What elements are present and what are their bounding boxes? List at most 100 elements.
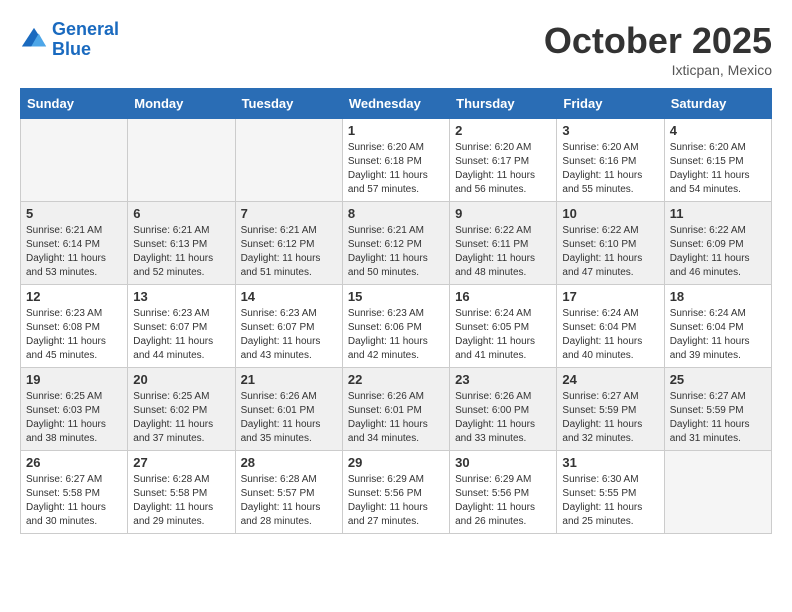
calendar-cell: 26Sunrise: 6:27 AM Sunset: 5:58 PM Dayli… — [21, 451, 128, 534]
header-sunday: Sunday — [21, 89, 128, 119]
day-info: Sunrise: 6:21 AM Sunset: 6:13 PM Dayligh… — [133, 224, 229, 280]
day-info: Sunrise: 6:27 AM Sunset: 5:59 PM Dayligh… — [562, 390, 658, 446]
day-number: 3 — [562, 123, 658, 138]
day-number: 4 — [670, 123, 766, 138]
calendar-cell: 17 Sunrise: 6:24 AM Sunset: 6:04 PM Dayli… — [557, 285, 664, 368]
calendar-cell: 5Sunrise: 6:21 AM Sunset: 6:14 PM Daylig… — [21, 202, 128, 285]
header-saturday: Saturday — [664, 89, 771, 119]
month-title: October 2025 — [544, 20, 772, 62]
calendar-cell — [664, 451, 771, 534]
header-tuesday: Tuesday — [235, 89, 342, 119]
day-info: Sunrise: 6:21 AM Sunset: 6:12 PM Dayligh… — [348, 224, 444, 280]
day-info: Sunrise: 6:28 AM Sunset: 5:57 PM Dayligh… — [241, 473, 337, 529]
day-number: 11 — [670, 206, 766, 221]
day-number: 14 — [241, 289, 337, 304]
day-info: Sunrise: 6:20 AM Sunset: 6:15 PM Dayligh… — [670, 141, 766, 197]
day-info: Sunrise: 6:22 AM Sunset: 6:10 PM Dayligh… — [562, 224, 658, 280]
day-number: 7 — [241, 206, 337, 221]
location: Ixticpan, Mexico — [544, 62, 772, 78]
calendar-cell: 24 Sunrise: 6:27 AM Sunset: 5:59 PM Dayli… — [557, 368, 664, 451]
day-number: 27 — [133, 455, 229, 470]
day-info: Sunrise: 6:22 AM Sunset: 6:09 PM Dayligh… — [670, 224, 766, 280]
day-info: Sunrise: 6:27 AM Sunset: 5:58 PM Dayligh… — [26, 473, 122, 529]
header-friday: Friday — [557, 89, 664, 119]
day-info: Sunrise: 6:20 AM Sunset: 6:17 PM Dayligh… — [455, 141, 551, 197]
day-info: Sunrise: 6:28 AM Sunset: 5:58 PM Dayligh… — [133, 473, 229, 529]
calendar-cell: 18Sunrise: 6:24 AM Sunset: 6:04 PM Dayli… — [664, 285, 771, 368]
day-info: Sunrise: 6:24 AM Sunset: 6:04 PM Dayligh… — [562, 307, 658, 363]
day-number: 21 — [241, 372, 337, 387]
day-info: Sunrise: 6:23 AM Sunset: 6:08 PM Dayligh… — [26, 307, 122, 363]
day-number: 29 — [348, 455, 444, 470]
day-info: Sunrise: 6:20 AM Sunset: 6:16 PM Dayligh… — [562, 141, 658, 197]
day-info: Sunrise: 6:29 AM Sunset: 5:56 PM Dayligh… — [455, 473, 551, 529]
calendar: SundayMondayTuesdayWednesdayThursdayFrid… — [20, 88, 772, 534]
calendar-week-2: 5Sunrise: 6:21 AM Sunset: 6:14 PM Daylig… — [21, 202, 772, 285]
title-block: October 2025 Ixticpan, Mexico — [544, 20, 772, 78]
calendar-cell: 16Sunrise: 6:24 AM Sunset: 6:05 PM Dayli… — [450, 285, 557, 368]
calendar-cell: 29Sunrise: 6:29 AM Sunset: 5:56 PM Dayli… — [342, 451, 449, 534]
day-info: Sunrise: 6:23 AM Sunset: 6:07 PM Dayligh… — [241, 307, 337, 363]
day-number: 17 — [562, 289, 658, 304]
day-number: 19 — [26, 372, 122, 387]
calendar-week-5: 26Sunrise: 6:27 AM Sunset: 5:58 PM Dayli… — [21, 451, 772, 534]
header-thursday: Thursday — [450, 89, 557, 119]
day-info: Sunrise: 6:21 AM Sunset: 6:12 PM Dayligh… — [241, 224, 337, 280]
calendar-cell: 3 Sunrise: 6:20 AM Sunset: 6:16 PM Daylig… — [557, 119, 664, 202]
day-number: 20 — [133, 372, 229, 387]
calendar-cell: 25Sunrise: 6:27 AM Sunset: 5:59 PM Dayli… — [664, 368, 771, 451]
day-info: Sunrise: 6:24 AM Sunset: 6:05 PM Dayligh… — [455, 307, 551, 363]
calendar-cell: 15 Sunrise: 6:23 AM Sunset: 6:06 PM Dayli… — [342, 285, 449, 368]
logo-icon — [20, 26, 48, 54]
calendar-cell: 10 Sunrise: 6:22 AM Sunset: 6:10 PM Dayli… — [557, 202, 664, 285]
day-info: Sunrise: 6:27 AM Sunset: 5:59 PM Dayligh… — [670, 390, 766, 446]
day-number: 8 — [348, 206, 444, 221]
day-number: 5 — [26, 206, 122, 221]
day-info: Sunrise: 6:23 AM Sunset: 6:06 PM Dayligh… — [348, 307, 444, 363]
day-info: Sunrise: 6:20 AM Sunset: 6:18 PM Dayligh… — [348, 141, 444, 197]
logo: General Blue — [20, 20, 119, 60]
calendar-cell — [235, 119, 342, 202]
day-number: 6 — [133, 206, 229, 221]
day-number: 12 — [26, 289, 122, 304]
day-info: Sunrise: 6:25 AM Sunset: 6:03 PM Dayligh… — [26, 390, 122, 446]
day-info: Sunrise: 6:26 AM Sunset: 6:00 PM Dayligh… — [455, 390, 551, 446]
day-number: 10 — [562, 206, 658, 221]
day-number: 22 — [348, 372, 444, 387]
logo-text: General Blue — [52, 20, 119, 60]
calendar-cell: 27 Sunrise: 6:28 AM Sunset: 5:58 PM Dayli… — [128, 451, 235, 534]
calendar-cell: 4 Sunrise: 6:20 AM Sunset: 6:15 PM Daylig… — [664, 119, 771, 202]
day-number: 1 — [348, 123, 444, 138]
day-info: Sunrise: 6:30 AM Sunset: 5:55 PM Dayligh… — [562, 473, 658, 529]
day-number: 13 — [133, 289, 229, 304]
calendar-cell — [128, 119, 235, 202]
calendar-cell: 13 Sunrise: 6:23 AM Sunset: 6:07 PM Dayli… — [128, 285, 235, 368]
day-info: Sunrise: 6:26 AM Sunset: 6:01 PM Dayligh… — [348, 390, 444, 446]
day-number: 15 — [348, 289, 444, 304]
calendar-week-3: 12 Sunrise: 6:23 AM Sunset: 6:08 PM Dayli… — [21, 285, 772, 368]
calendar-cell: 31 Sunrise: 6:30 AM Sunset: 5:55 PM Dayli… — [557, 451, 664, 534]
day-number: 23 — [455, 372, 551, 387]
day-number: 24 — [562, 372, 658, 387]
calendar-cell — [21, 119, 128, 202]
calendar-cell: 20Sunrise: 6:25 AM Sunset: 6:02 PM Dayli… — [128, 368, 235, 451]
day-info: Sunrise: 6:23 AM Sunset: 6:07 PM Dayligh… — [133, 307, 229, 363]
calendar-cell: 9 Sunrise: 6:22 AM Sunset: 6:11 PM Daylig… — [450, 202, 557, 285]
calendar-cell: 14 Sunrise: 6:23 AM Sunset: 6:07 PM Dayli… — [235, 285, 342, 368]
calendar-cell: 21Sunrise: 6:26 AM Sunset: 6:01 PM Dayli… — [235, 368, 342, 451]
calendar-cell: 6 Sunrise: 6:21 AM Sunset: 6:13 PM Daylig… — [128, 202, 235, 285]
calendar-week-4: 19 Sunrise: 6:25 AM Sunset: 6:03 PM Dayli… — [21, 368, 772, 451]
day-number: 2 — [455, 123, 551, 138]
day-info: Sunrise: 6:22 AM Sunset: 6:11 PM Dayligh… — [455, 224, 551, 280]
calendar-cell: 30Sunrise: 6:29 AM Sunset: 5:56 PM Dayli… — [450, 451, 557, 534]
calendar-cell: 22 Sunrise: 6:26 AM Sunset: 6:01 PM Dayli… — [342, 368, 449, 451]
day-number: 28 — [241, 455, 337, 470]
day-number: 9 — [455, 206, 551, 221]
header-monday: Monday — [128, 89, 235, 119]
day-info: Sunrise: 6:24 AM Sunset: 6:04 PM Dayligh… — [670, 307, 766, 363]
calendar-cell: 19 Sunrise: 6:25 AM Sunset: 6:03 PM Dayli… — [21, 368, 128, 451]
calendar-cell: 8 Sunrise: 6:21 AM Sunset: 6:12 PM Daylig… — [342, 202, 449, 285]
page-header: General Blue October 2025 Ixticpan, Mexi… — [20, 20, 772, 78]
header-wednesday: Wednesday — [342, 89, 449, 119]
day-number: 31 — [562, 455, 658, 470]
